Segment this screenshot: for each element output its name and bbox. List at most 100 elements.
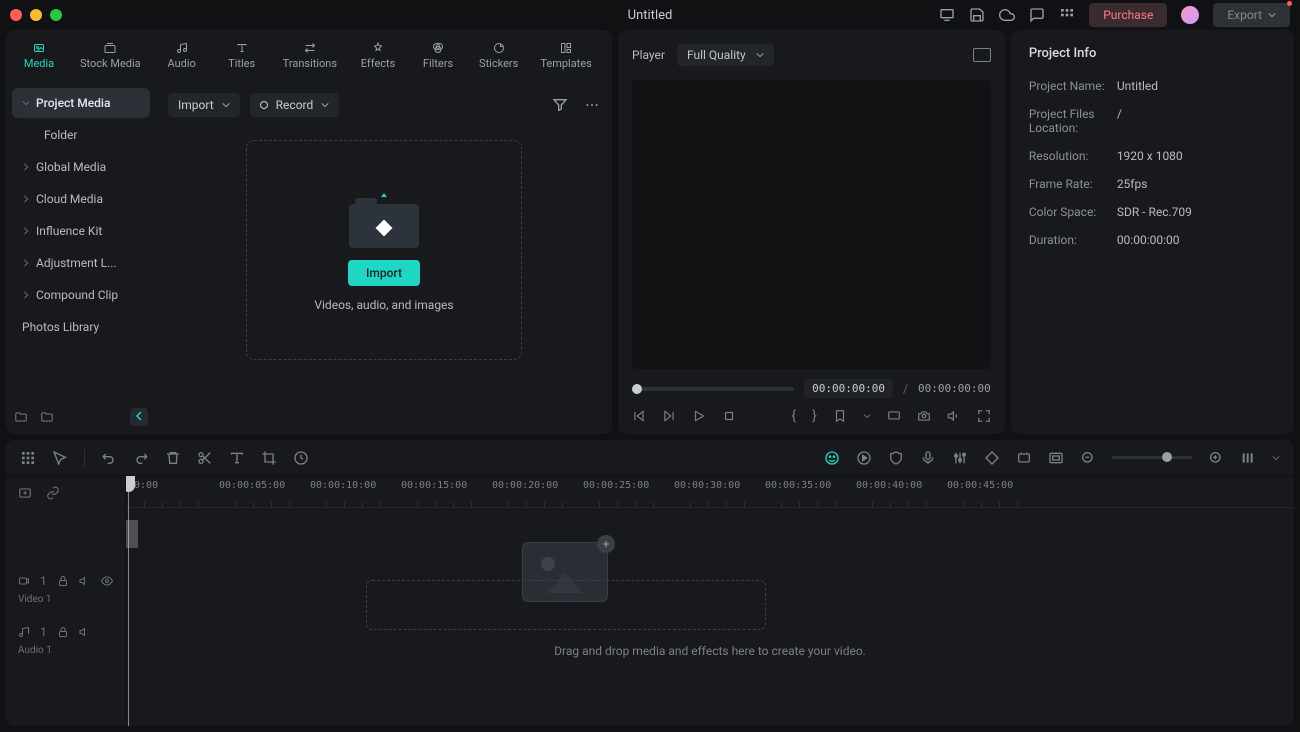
apps-grid-icon[interactable] [1059,7,1075,23]
tab-transitions[interactable]: Transitions [273,38,347,74]
mixer-icon[interactable] [952,450,968,466]
new-folder-icon[interactable] [14,410,28,424]
sidebar-label: Photos Library [22,320,99,334]
preview-area[interactable] [632,80,991,369]
speed-icon[interactable] [293,450,309,466]
audio-track-label: Audio 1 [18,645,113,656]
sidebar-label: Compound Clip [36,288,118,302]
timeline-ruler[interactable]: 00:0000:00:05:0000:00:10:0000:00:15:0000… [126,476,1294,508]
track-options-icon[interactable] [1240,450,1256,466]
record-dropdown[interactable]: Record [250,93,340,117]
smiley-icon[interactable] [824,450,840,466]
chevron-down-icon [22,99,30,107]
sidebar-item-project-media[interactable]: Project Media [12,88,150,118]
lock-icon[interactable] [57,626,69,638]
sidebar-item-adjustment-layer[interactable]: Adjustment L... [12,248,150,278]
visibility-icon[interactable] [101,575,113,587]
tab-stickers[interactable]: Stickers [469,38,528,74]
sidebar-label: Cloud Media [36,192,103,206]
quality-select[interactable]: Full Quality [677,44,774,66]
folder-icon[interactable] [40,410,54,424]
lock-icon[interactable] [57,575,69,587]
collapse-sidebar-button[interactable] [130,408,148,426]
camera-icon[interactable] [917,409,931,423]
tab-titles[interactable]: Titles [213,38,271,74]
zoom-out-icon[interactable] [1080,450,1096,466]
video-track-header[interactable]: 1 Video 1 [6,566,125,609]
stop-icon[interactable] [722,409,736,423]
grid-icon[interactable] [20,450,36,466]
tab-templates[interactable]: Templates [530,38,601,74]
import-dropdown[interactable]: Import [168,93,240,117]
prev-frame-icon[interactable] [632,409,646,423]
sidebar-item-compound-clip[interactable]: Compound Clip [12,280,150,310]
zoom-in-icon[interactable] [1208,450,1224,466]
tab-media[interactable]: Media [10,38,68,74]
info-duration-label: Duration: [1029,233,1117,247]
marker-add-icon[interactable] [1016,450,1032,466]
more-icon[interactable] [584,97,600,113]
sidebar-label: Influence Kit [36,224,102,238]
tab-audio[interactable]: Audio [153,38,211,74]
snapshot-icon[interactable] [973,48,991,62]
video-track-label: Video 1 [18,594,113,605]
sidebar-item-influence-kit[interactable]: Influence Kit [12,216,150,246]
timeline-tracks[interactable]: 00:0000:00:05:0000:00:10:0000:00:15:0000… [126,476,1294,726]
mute-icon[interactable] [79,626,91,638]
save-icon[interactable] [969,7,985,23]
chevron-down-icon[interactable] [1272,454,1280,462]
timeline-drop-area[interactable] [366,580,766,630]
playhead[interactable] [128,476,129,726]
purchase-button[interactable]: Purchase [1089,3,1167,27]
redo-icon[interactable] [133,450,149,466]
tab-filters[interactable]: Filters [409,38,467,74]
pointer-icon[interactable] [52,450,68,466]
tab-stock-media[interactable]: Stock Media [70,38,151,74]
delete-icon[interactable] [165,450,181,466]
mute-icon[interactable] [79,575,91,587]
tab-effects[interactable]: Effects [349,38,407,74]
maximize-window-icon[interactable] [50,9,62,21]
audio-track-header[interactable]: 1 Audio 1 [6,617,125,660]
filter-icon[interactable] [552,97,568,113]
split-icon[interactable] [197,450,213,466]
add-track-icon[interactable] [18,486,32,500]
crop-icon[interactable] [261,450,277,466]
render-icon[interactable] [856,450,872,466]
keyframe-icon[interactable] [984,450,1000,466]
mark-out-icon[interactable]: } [812,408,817,424]
media-toolbar: Import Record [168,90,600,120]
screen-icon[interactable] [887,409,901,423]
dropzone-hint: Videos, audio, and images [314,298,453,312]
sidebar-item-folder[interactable]: Folder [12,120,150,150]
mark-in-icon[interactable]: { [791,408,796,424]
chevron-down-icon[interactable] [863,412,871,420]
display-icon[interactable] [939,7,955,23]
export-button[interactable]: Export [1213,3,1290,27]
notifications-icon[interactable] [1029,7,1045,23]
cloud-icon[interactable] [999,7,1015,23]
text-icon[interactable] [229,450,245,466]
import-button[interactable]: Import [348,260,420,286]
play-icon[interactable] [692,409,706,423]
import-dropzone[interactable]: Import Videos, audio, and images [246,140,522,360]
zoom-slider[interactable] [1112,456,1192,459]
undo-icon[interactable] [101,450,117,466]
marker-icon[interactable] [833,409,847,423]
step-forward-icon[interactable] [662,409,676,423]
sidebar-item-global-media[interactable]: Global Media [12,152,150,182]
volume-icon[interactable] [947,409,961,423]
group-icon[interactable] [1048,450,1064,466]
sidebar-item-cloud-media[interactable]: Cloud Media [12,184,150,214]
link-icon[interactable] [46,486,60,500]
minimize-window-icon[interactable] [30,9,42,21]
mic-icon[interactable] [920,450,936,466]
shield-icon[interactable] [888,450,904,466]
fullscreen-icon[interactable] [977,409,991,423]
scrub-bar[interactable] [632,387,794,391]
sidebar-label: Adjustment L... [36,256,117,270]
avatar[interactable] [1181,6,1199,24]
close-window-icon[interactable] [10,9,22,21]
sidebar-item-photos-library[interactable]: Photos Library [12,312,150,342]
timeline-drop-hint: Drag and drop media and effects here to … [126,644,1294,658]
